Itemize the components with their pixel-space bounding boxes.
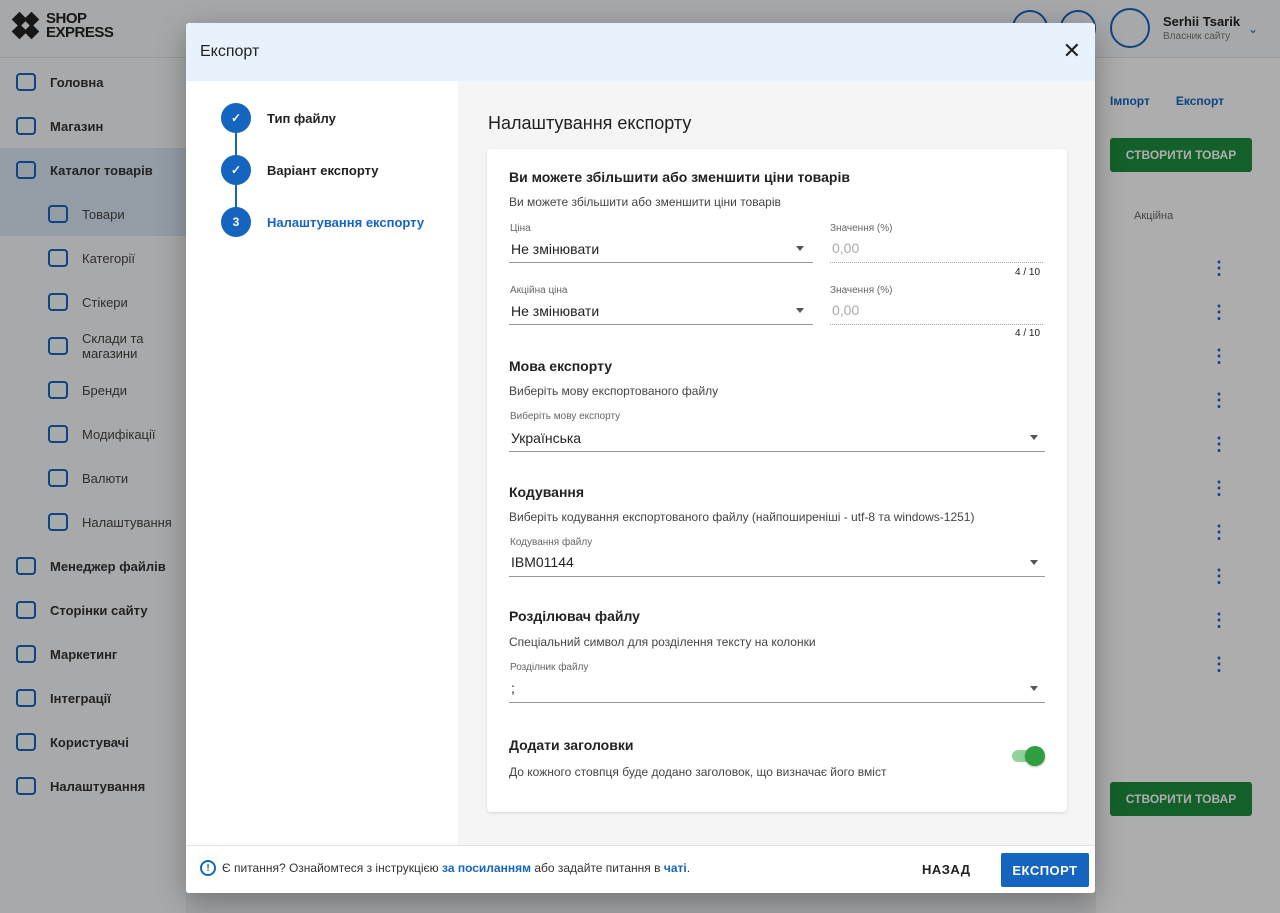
price-char-counter: 4 / 10 <box>1015 267 1041 278</box>
step-connector <box>235 133 237 156</box>
step-label: Тип файлу <box>267 110 336 126</box>
field-underline <box>509 702 1045 703</box>
field-underline <box>509 262 813 263</box>
headers-section-desc: До кожного стовпця буде додано заголовок… <box>509 765 887 779</box>
encoding-label: Кодування файлу <box>510 537 593 548</box>
help-text: ! Є питання? Ознайомтеся з інструкцією з… <box>200 860 690 876</box>
caret-down-icon <box>796 246 804 251</box>
export-stepper: ✓ Тип файлу ✓ Варіант експорту 3 Налашту… <box>186 81 458 845</box>
price-value-placeholder: 0,00 <box>832 240 860 256</box>
field-underline <box>509 451 1045 452</box>
check-icon: ✓ <box>221 103 251 133</box>
separator-label: Розділник файлу <box>510 662 589 673</box>
step-label: Налаштування експорту <box>267 214 425 230</box>
price-section-title: Ви можете збільшити або зменшити ціни то… <box>509 169 850 185</box>
dialog-title: Експорт <box>200 43 260 60</box>
price-label: Ціна <box>510 223 531 234</box>
price-value: Не змінювати <box>511 241 600 257</box>
help-suffix: . <box>686 861 691 875</box>
separator-section-title: Розділювач файлу <box>509 608 640 624</box>
encoding-section-title: Кодування <box>509 484 585 500</box>
toggle-knob <box>1025 746 1045 766</box>
step-number: 3 <box>221 207 251 237</box>
check-icon: ✓ <box>221 155 251 185</box>
language-label: Виберіть мову експорту <box>510 411 621 422</box>
export-button[interactable]: ЕКСПОРТ <box>1001 853 1089 887</box>
caret-down-icon <box>1030 686 1038 691</box>
language-value: Українська <box>511 430 582 446</box>
close-icon[interactable]: ✕ <box>1063 40 1081 62</box>
caret-down-icon <box>796 308 804 313</box>
step-file-type[interactable]: ✓ Тип файлу <box>221 103 336 133</box>
sale-price-label: Акційна ціна <box>510 285 568 296</box>
field-underline <box>509 324 813 325</box>
settings-card: Ви можете збільшити або зменшити ціни то… <box>487 149 1067 812</box>
step-export-variant[interactable]: ✓ Варіант експорту <box>221 155 379 185</box>
back-button[interactable]: НАЗАД <box>922 862 971 877</box>
caret-down-icon <box>1030 435 1038 440</box>
sale-value-label: Значення (%) <box>830 285 893 296</box>
export-settings-panel: Налаштування експорту Ви можете збільшит… <box>458 81 1095 845</box>
step-connector <box>235 185 237 208</box>
price-section-desc: Ви можете збільшити або зменшити ціни то… <box>509 195 781 209</box>
separator-section-desc: Спеціальний символ для розділення тексту… <box>509 635 816 649</box>
field-underline <box>830 262 1043 263</box>
step-export-settings[interactable]: 3 Налаштування експорту <box>221 207 424 237</box>
step-label: Варіант експорту <box>267 162 379 178</box>
instruction-link[interactable]: за посиланням <box>442 861 531 875</box>
encoding-value: IBM01144 <box>511 554 574 570</box>
dialog-header: Експорт <box>186 23 1095 81</box>
caret-down-icon <box>1030 560 1038 565</box>
field-underline <box>509 576 1045 577</box>
separator-value: ; <box>511 680 515 696</box>
language-section-desc: Виберіть мову експортованого файлу <box>509 384 719 398</box>
price-value-label: Значення (%) <box>830 223 893 234</box>
sale-value-placeholder: 0,00 <box>832 302 860 318</box>
headers-section-title: Додати заголовки <box>509 737 634 753</box>
field-underline <box>830 324 1043 325</box>
info-icon: ! <box>200 860 216 876</box>
dialog-footer: ! Є питання? Ознайомтеся з інструкцією з… <box>186 845 1095 893</box>
chat-link[interactable]: чаті <box>664 861 687 875</box>
encoding-section-desc: Виберіть кодування експортованого файлу … <box>509 510 975 524</box>
language-section-title: Мова експорту <box>509 358 613 374</box>
export-dialog: Експорт ✕ ✓ Тип файлу ✓ Варіант експорту… <box>186 23 1095 893</box>
sale-char-counter: 4 / 10 <box>1015 328 1041 339</box>
help-middle: або задайте питання в <box>534 861 661 875</box>
help-prefix: Є питання? Ознайомтеся з інструкцією <box>222 861 439 875</box>
sale-price-value: Не змінювати <box>511 303 600 319</box>
content-title: Налаштування експорту <box>488 113 692 133</box>
